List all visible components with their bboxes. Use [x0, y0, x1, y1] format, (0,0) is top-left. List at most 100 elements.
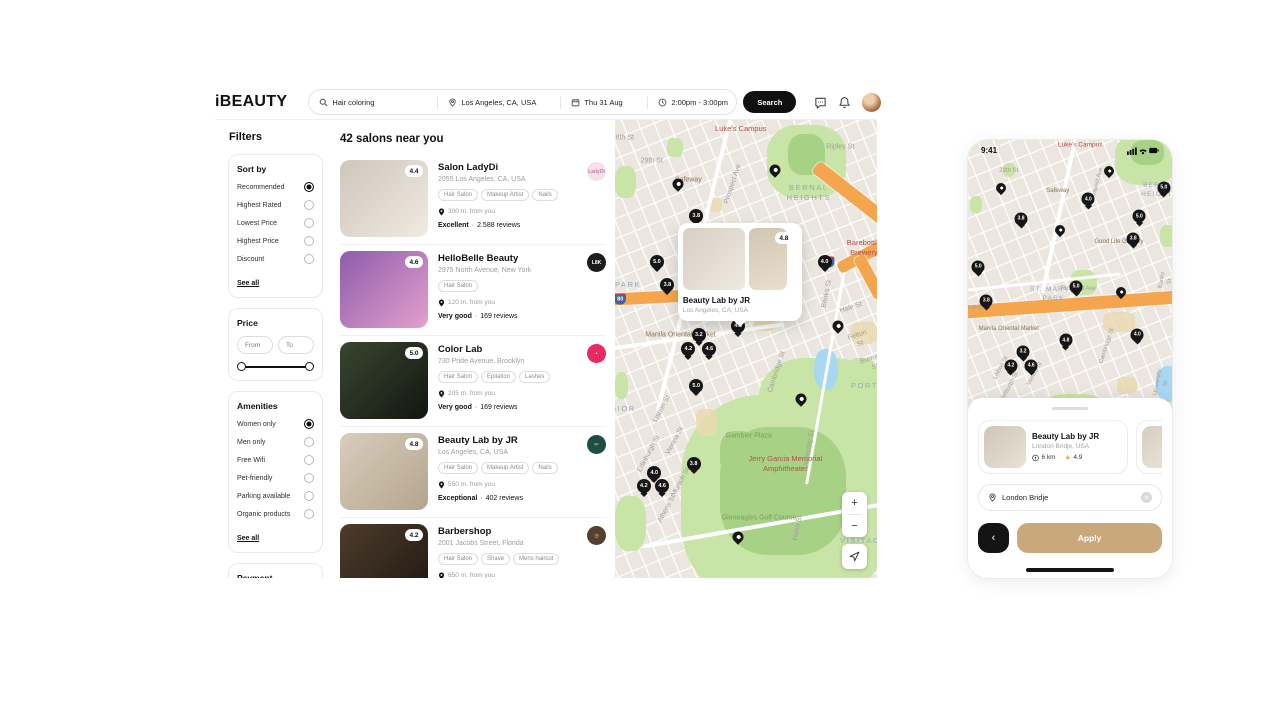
filter-option[interactable]: Men only [237, 437, 314, 447]
salon-distance: 120 m. from you [438, 299, 580, 307]
map-zoom-controls: + − [842, 492, 867, 537]
filter-option[interactable]: Discount [237, 254, 314, 264]
phone-card-rating: ★ 4.9 [1065, 454, 1083, 462]
filter-option[interactable]: Free Wifi [237, 455, 314, 465]
radio-button[interactable] [304, 491, 314, 501]
radio-button[interactable] [304, 419, 314, 429]
price-from-input[interactable] [237, 336, 273, 354]
location-value: Los Angeles, CA, USA [461, 98, 536, 107]
map-pin[interactable]: 5.0 [1157, 181, 1170, 194]
map-pin[interactable]: 4.6 [655, 479, 669, 493]
salon-logo: • [587, 344, 606, 363]
filter-option[interactable]: Highest Price [237, 236, 314, 246]
salon-address: 730 Pride Avenue, Brooklyn [438, 358, 580, 365]
filter-option-label: Organic products [237, 511, 290, 518]
user-avatar[interactable] [862, 93, 881, 112]
bell-icon[interactable] [838, 96, 851, 109]
phone-salon-card[interactable]: Beauty Lab by JR London Bridje, USA 6 km… [978, 420, 1128, 474]
amenities-see-all[interactable]: See all [237, 535, 259, 542]
salon-card[interactable]: 4.2 Barbershop 2001 Jacobs Street, Flori… [340, 518, 606, 578]
map-pin[interactable]: 3.2 [1017, 345, 1030, 358]
map-pin[interactable]: 3.8 [1127, 232, 1140, 245]
salon-card[interactable]: 4.6 HelloBelle Beauty 2975 North Avenue,… [340, 245, 606, 336]
map-locate-button[interactable] [842, 544, 867, 569]
map-pin[interactable]: 4.0 [1082, 193, 1095, 206]
location-pin-icon [448, 98, 457, 107]
radio-button[interactable] [304, 182, 314, 192]
price-slider [237, 361, 314, 373]
salon-card[interactable]: 4.8 Beauty Lab by JR Los Angeles, CA, US… [340, 427, 606, 518]
location-field[interactable]: Los Angeles, CA, USA [438, 90, 560, 114]
map[interactable]: 4.8 Beauty Lab by JR Los Angeles, CA, US… [615, 120, 877, 578]
map-pin[interactable]: 5.0 [650, 255, 664, 269]
map-pin[interactable]: 4.2 [1004, 359, 1017, 372]
filter-option[interactable]: Recommended [237, 182, 314, 192]
filter-option[interactable]: Parking available [237, 491, 314, 501]
map-pin[interactable]: 4.6 [1025, 359, 1038, 372]
phone-salon-card-partial[interactable] [1136, 420, 1162, 474]
map-pin[interactable]: 5.0 [1070, 280, 1083, 293]
date-field[interactable]: Thu 31 Aug [561, 90, 647, 114]
salon-card[interactable]: 4.4 Salon LadyDi 2055 Los Angeles, CA, U… [340, 154, 606, 245]
radio-button[interactable] [304, 437, 314, 447]
map-pin[interactable]: 3.8 [1015, 212, 1028, 225]
map-pin[interactable]: 3.8 [689, 209, 703, 223]
map-pin[interactable]: 5.0 [689, 379, 703, 393]
filter-option[interactable]: Pet-friendly [237, 473, 314, 483]
salon-photo: 4.2 [340, 524, 428, 578]
pin-icon [438, 208, 445, 216]
radio-button[interactable] [304, 200, 314, 210]
map-pin[interactable]: 4.6 [702, 342, 716, 356]
map-pin[interactable]: 3.2 [692, 328, 706, 342]
map-salon-popup[interactable]: 4.8 Beauty Lab by JR Los Angeles, CA, US… [678, 223, 802, 321]
apply-button[interactable]: Apply [1017, 523, 1162, 553]
phone-map[interactable]: 9:41 Luke's Campus29th StSafewayProspect… [968, 140, 1172, 422]
header: iBEAUTY Hair coloring Los Angeles, CA, U… [215, 88, 881, 116]
salon-name: Barbershop [438, 526, 580, 537]
salon-tags: Hair SalonMakeup ArtistNails [438, 462, 580, 474]
map-pin[interactable]: 4.0 [1131, 328, 1144, 341]
map-pin[interactable]: 3.8 [660, 278, 674, 292]
map-pin[interactable]: 3.8 [980, 294, 993, 307]
back-button[interactable]: ‹ [978, 523, 1009, 553]
radio-button[interactable] [304, 509, 314, 519]
zoom-in-button[interactable]: + [842, 492, 867, 514]
map-pin[interactable]: 4.0 [818, 255, 832, 269]
phone-search-input[interactable]: London Bridje ✕ [978, 484, 1162, 511]
time-field[interactable]: 2:00pm - 3:00pm [648, 90, 736, 114]
filter-option[interactable]: Women only [237, 419, 314, 429]
salon-card[interactable]: 5.0 Color Lab 730 Pride Avenue, Brooklyn… [340, 336, 606, 427]
radio-button[interactable] [304, 254, 314, 264]
salon-distance-text: 650 m. from you [448, 572, 495, 578]
home-indicator [1026, 568, 1114, 572]
map-pin[interactable]: 3.8 [687, 457, 701, 471]
filter-option[interactable]: Highest Rated [237, 200, 314, 210]
clear-input-icon[interactable]: ✕ [1141, 492, 1152, 503]
filter-option[interactable]: Lowest Price [237, 218, 314, 228]
chat-icon[interactable] [814, 96, 827, 109]
map-pin[interactable]: 4.2 [681, 342, 695, 356]
sheet-drag-handle[interactable] [1052, 407, 1088, 410]
radio-button[interactable] [304, 218, 314, 228]
radio-button[interactable] [304, 473, 314, 483]
price-slider-handle-max[interactable] [305, 362, 314, 371]
zoom-out-button[interactable]: − [842, 515, 867, 537]
radio-button[interactable] [304, 455, 314, 465]
map-pin[interactable]: 4.0 [647, 466, 661, 480]
map-pin[interactable]: 5.0 [1133, 210, 1146, 223]
price-to-input[interactable] [278, 336, 314, 354]
map-pin[interactable]: 4.8 [1059, 334, 1072, 347]
salon-logo: ◷ [587, 526, 606, 545]
sort-by-see-all[interactable]: See all [237, 280, 259, 287]
map-pin[interactable]: 4.2 [637, 479, 651, 493]
filter-option[interactable]: Organic products [237, 509, 314, 519]
salon-tag: Hair Salon [438, 280, 478, 292]
map-pin[interactable]: 5.0 [972, 260, 985, 273]
search-query-field[interactable]: Hair coloring [309, 90, 437, 114]
search-button[interactable]: Search [743, 91, 796, 113]
payment-title: Payment [237, 573, 314, 578]
price-slider-handle-min[interactable] [237, 362, 246, 371]
salon-rating-badge: 4.2 [405, 529, 423, 541]
app-logo[interactable]: iBEAUTY [215, 93, 287, 111]
radio-button[interactable] [304, 236, 314, 246]
